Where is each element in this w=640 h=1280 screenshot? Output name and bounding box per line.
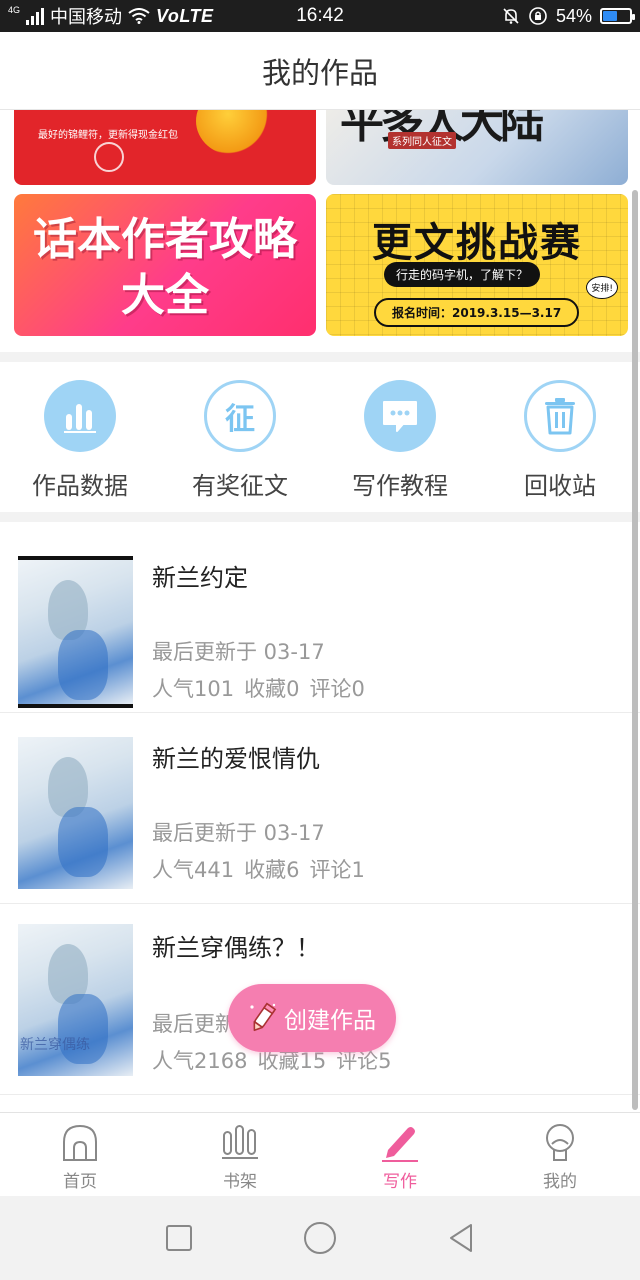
status-bar: 4G 中国移动 VoLTE 16:42 54% bbox=[0, 0, 640, 32]
quick-action-label: 回收站 bbox=[524, 472, 596, 500]
work-cover[interactable] bbox=[18, 737, 133, 889]
tab-label: 首页 bbox=[63, 1172, 97, 1192]
tab-bookshelf[interactable]: 书架 bbox=[160, 1113, 320, 1196]
tab-label: 书架 bbox=[223, 1172, 257, 1192]
contest-glyph: 征 bbox=[225, 402, 255, 437]
back-icon[interactable] bbox=[447, 1222, 475, 1254]
work-comments: 评论0 bbox=[309, 677, 365, 701]
tab-home[interactable]: 首页 bbox=[0, 1113, 160, 1196]
quick-action-recycle-bin[interactable]: 回收站 bbox=[480, 362, 640, 512]
bottom-tab-bar: 首页 书架 写作 我的 bbox=[0, 1112, 640, 1196]
home-icon bbox=[60, 1121, 100, 1163]
tab-write[interactable]: 写作 bbox=[320, 1113, 480, 1196]
banner-title-line2: 大全 bbox=[121, 270, 209, 321]
contest-icon: 征 bbox=[204, 380, 276, 452]
battery-fill bbox=[603, 11, 618, 21]
banner-title: 话本作者攻略 大全 bbox=[14, 212, 316, 324]
scrollbar[interactable] bbox=[632, 190, 638, 1110]
work-updated: 最后更新于 03-17 bbox=[152, 821, 325, 845]
work-title: 新兰约定 bbox=[152, 564, 248, 592]
rotation-lock-icon bbox=[529, 7, 547, 25]
system-nav-bar bbox=[0, 1196, 640, 1280]
quick-action-label: 写作教程 bbox=[352, 472, 448, 500]
banner-title-line1: 话本作者攻略 bbox=[33, 214, 297, 265]
page-header: 我的作品 bbox=[0, 32, 640, 110]
work-comments: 评论1 bbox=[309, 858, 365, 882]
quick-action-label: 作品数据 bbox=[32, 472, 128, 500]
battery-percent: 54% bbox=[555, 5, 592, 26]
work-popularity: 人气101 bbox=[152, 677, 235, 701]
work-cover[interactable] bbox=[18, 556, 133, 708]
banner-caption: 系列同人征文 bbox=[388, 132, 456, 149]
pen-icon bbox=[380, 1121, 420, 1163]
banner-author-guide[interactable]: 话本作者攻略 大全 bbox=[14, 194, 316, 336]
trash-icon bbox=[524, 380, 596, 452]
work-cover[interactable]: 新兰穿偶练 bbox=[18, 924, 133, 1076]
battery-icon bbox=[600, 8, 635, 24]
tab-label: 我的 bbox=[543, 1172, 577, 1192]
main-content[interactable]: 最好的锦鲤符，更新得现金红包 平多人大陆 系列同人征文 话本作者攻略 大全 更文… bbox=[0, 110, 640, 1112]
section-divider bbox=[0, 352, 640, 362]
banner-caption: 最好的锦鲤符，更新得现金红包 bbox=[38, 130, 178, 141]
work-favorites: 收藏0 bbox=[244, 677, 300, 701]
section-divider bbox=[0, 512, 640, 522]
banner-speech-bubble: 行走的码字机，了解下？ bbox=[384, 262, 541, 287]
bookshelf-icon bbox=[220, 1121, 260, 1163]
quick-action-tutorial[interactable]: 写作教程 bbox=[320, 362, 480, 512]
work-stats: 人气441 收藏6 评论1 bbox=[152, 854, 365, 884]
home-button-icon[interactable] bbox=[303, 1221, 337, 1255]
page-title: 我的作品 bbox=[261, 55, 378, 90]
banner-title: 更文挑战赛 bbox=[372, 220, 582, 266]
banner-koi-promo[interactable]: 最好的锦鲤符，更新得现金红包 bbox=[14, 110, 316, 185]
work-title: 新兰穿偶练？！ bbox=[152, 934, 320, 962]
quick-action-contest[interactable]: 征 有奖征文 bbox=[160, 362, 320, 512]
list-item[interactable]: 新兰的爱恨情仇 最后更新于 03-17 人气441 收藏6 评论1 bbox=[0, 713, 640, 904]
profile-icon bbox=[540, 1121, 580, 1163]
quick-action-label: 有奖征文 bbox=[192, 472, 288, 500]
tab-profile[interactable]: 我的 bbox=[480, 1113, 640, 1196]
work-popularity: 人气2168 bbox=[152, 1049, 248, 1073]
status-bar-right: 54% bbox=[502, 0, 635, 32]
recent-apps-icon[interactable] bbox=[165, 1224, 193, 1252]
banner-tag: 安排! bbox=[586, 276, 618, 299]
tap-hand-icon bbox=[94, 142, 124, 172]
quick-action-work-data[interactable]: 作品数据 bbox=[0, 362, 160, 512]
work-title: 新兰的爱恨情仇 bbox=[152, 745, 320, 773]
create-work-label: 创建作品 bbox=[284, 1008, 376, 1034]
pencil-icon bbox=[250, 1002, 277, 1032]
work-favorites: 收藏6 bbox=[244, 858, 300, 882]
koi-fish-illustration bbox=[196, 110, 276, 156]
work-updated: 最后更新于 03-17 bbox=[152, 640, 325, 664]
tab-label: 写作 bbox=[383, 1172, 417, 1192]
cover-text: 新兰穿偶练 bbox=[20, 1037, 90, 1053]
banner-grid: 最好的锦鲤符，更新得现金红包 平多人大陆 系列同人征文 话本作者攻略 大全 更文… bbox=[14, 110, 628, 350]
banner-writing-challenge[interactable]: 更文挑战赛 行走的码字机，了解下？ 报名时间：2019.3.15—3.17 安排… bbox=[326, 194, 628, 336]
banner-fan-fiction-contest[interactable]: 平多人大陆 系列同人征文 bbox=[326, 110, 628, 185]
quick-actions: 作品数据 征 有奖征文 写作教程 回收站 bbox=[0, 362, 640, 512]
work-popularity: 人气441 bbox=[152, 858, 235, 882]
work-stats: 人气101 收藏0 评论0 bbox=[152, 673, 365, 703]
chat-bubble-icon bbox=[364, 380, 436, 452]
banner-date: 报名时间：2019.3.15—3.17 bbox=[374, 298, 580, 327]
bar-chart-icon bbox=[44, 380, 116, 452]
create-work-button[interactable]: 创建作品 bbox=[228, 984, 396, 1052]
mute-bell-icon bbox=[503, 8, 519, 24]
list-item[interactable]: 新兰约定 最后更新于 03-17 人气101 收藏0 评论0 bbox=[0, 522, 640, 713]
